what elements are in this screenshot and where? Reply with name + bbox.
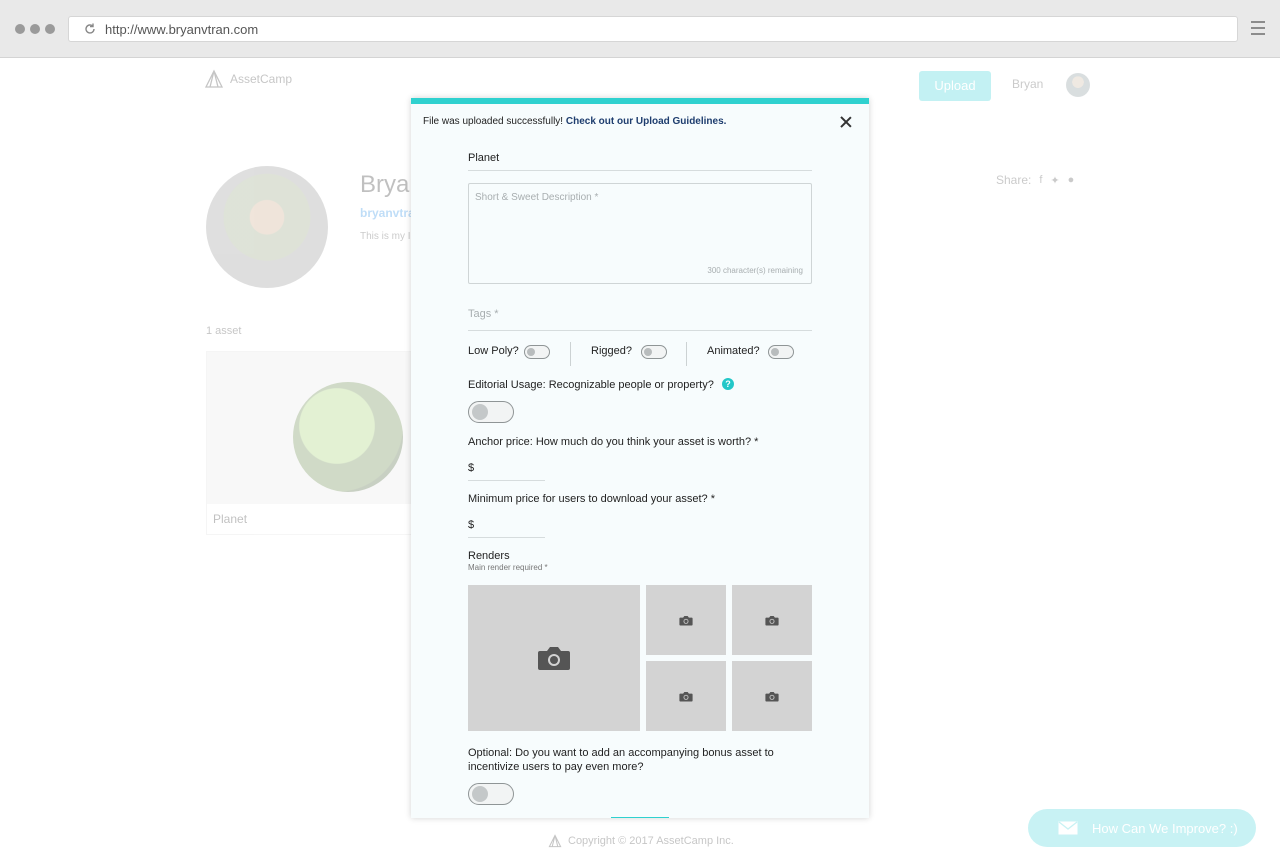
render-slot-2[interactable] (646, 585, 726, 655)
renders-label: Renders (468, 550, 510, 562)
upload-button[interactable]: Upload (919, 71, 991, 101)
render-slot-4[interactable] (646, 661, 726, 731)
submit-button[interactable] (611, 817, 669, 818)
upload-guidelines-link[interactable]: Check out our Upload Guidelines. (566, 116, 727, 127)
asset-count: 1 asset (206, 325, 242, 337)
tags-underline (468, 330, 812, 331)
upload-details-modal: File was uploaded successfully! Check ou… (411, 98, 869, 818)
rigged-toggle[interactable] (641, 345, 667, 359)
anchor-price-underline (468, 480, 545, 481)
bonus-asset-toggle[interactable] (468, 783, 514, 805)
render-slot-5[interactable] (732, 661, 812, 731)
camera-icon (765, 691, 779, 701)
divider (686, 342, 687, 366)
address-bar[interactable]: http://www.bryanvtran.com (68, 16, 1238, 42)
profile-bio: This is my I (360, 231, 411, 242)
anchor-price-input[interactable]: $ (468, 462, 474, 474)
anchor-price-label: Anchor price: How much do you think your… (468, 436, 759, 448)
camera-icon (538, 647, 570, 670)
profile-photo (206, 166, 328, 288)
window-controls[interactable] (15, 24, 55, 34)
hamburger-icon[interactable] (1251, 21, 1265, 39)
camera-icon (679, 615, 693, 625)
title-underline (468, 170, 812, 171)
copyright-text: Copyright © 2017 AssetCamp Inc. (568, 835, 734, 847)
feedback-label: How Can We Improve? :) (1092, 820, 1238, 836)
feedback-button[interactable]: How Can We Improve? :) (1028, 809, 1256, 847)
asset-title-input[interactable]: Planet (468, 152, 499, 164)
share-label: Share: (996, 173, 1032, 187)
reddit-icon[interactable]: ● (1068, 174, 1075, 186)
share-bar: Share: f ✦ ● (996, 173, 1074, 187)
assetcamp-logo-icon (204, 69, 224, 88)
browser-chrome: http://www.bryanvtran.com (0, 0, 1280, 58)
divider (570, 342, 571, 366)
tags-input[interactable]: Tags * (468, 308, 499, 320)
main-render-slot[interactable] (468, 585, 640, 731)
asset-thumbnail[interactable] (207, 352, 411, 504)
description-placeholder: Short & Sweet Description * (475, 192, 599, 203)
minimum-price-label: Minimum price for users to download your… (468, 493, 715, 505)
renders-sublabel: Main render required * (468, 563, 548, 572)
low-poly-toggle[interactable] (524, 345, 550, 359)
minimum-price-underline (468, 537, 545, 538)
animated-label: Animated? (707, 345, 760, 357)
avatar[interactable] (1066, 73, 1090, 97)
asset-title[interactable]: Planet (207, 504, 411, 534)
camera-icon (679, 691, 693, 701)
help-icon[interactable]: ? (722, 378, 734, 390)
footer-copyright: Copyright © 2017 AssetCamp Inc. (548, 834, 734, 848)
twitter-icon[interactable]: ✦ (1050, 174, 1059, 187)
facebook-icon[interactable]: f (1039, 174, 1042, 186)
editorial-usage-toggle[interactable] (468, 401, 514, 423)
animated-toggle[interactable] (768, 345, 794, 359)
description-textarea[interactable]: Short & Sweet Description * 300 characte… (468, 183, 812, 284)
mail-icon (1058, 821, 1078, 835)
render-slot-3[interactable] (732, 585, 812, 655)
brand-name: AssetCamp (230, 72, 293, 86)
camera-icon (765, 615, 779, 625)
asset-card[interactable]: Planet (206, 351, 412, 535)
low-poly-label: Low Poly? (468, 345, 519, 357)
profile-handle[interactable]: bryanvtra (360, 206, 415, 220)
chars-remaining: 300 character(s) remaining (707, 266, 803, 275)
assetcamp-logo-icon (548, 834, 562, 848)
notice-text: File was uploaded successfully! (423, 116, 564, 127)
close-icon[interactable] (839, 116, 853, 130)
bonus-asset-label-1: Optional: Do you want to add an accompan… (468, 747, 774, 759)
bonus-asset-label-2: incentivize users to pay even more? (468, 761, 644, 773)
upload-success-notice: File was uploaded successfully! Check ou… (423, 116, 726, 127)
reload-icon[interactable] (83, 22, 97, 36)
editorial-usage-label: Editorial Usage: Recognizable people or … (468, 379, 714, 391)
minimum-price-input[interactable]: $ (468, 519, 474, 531)
nav-username[interactable]: Bryan (1012, 77, 1043, 91)
site-logo[interactable]: AssetCamp (204, 69, 292, 89)
rigged-label: Rigged? (591, 345, 632, 357)
url-text: http://www.bryanvtran.com (105, 22, 259, 37)
